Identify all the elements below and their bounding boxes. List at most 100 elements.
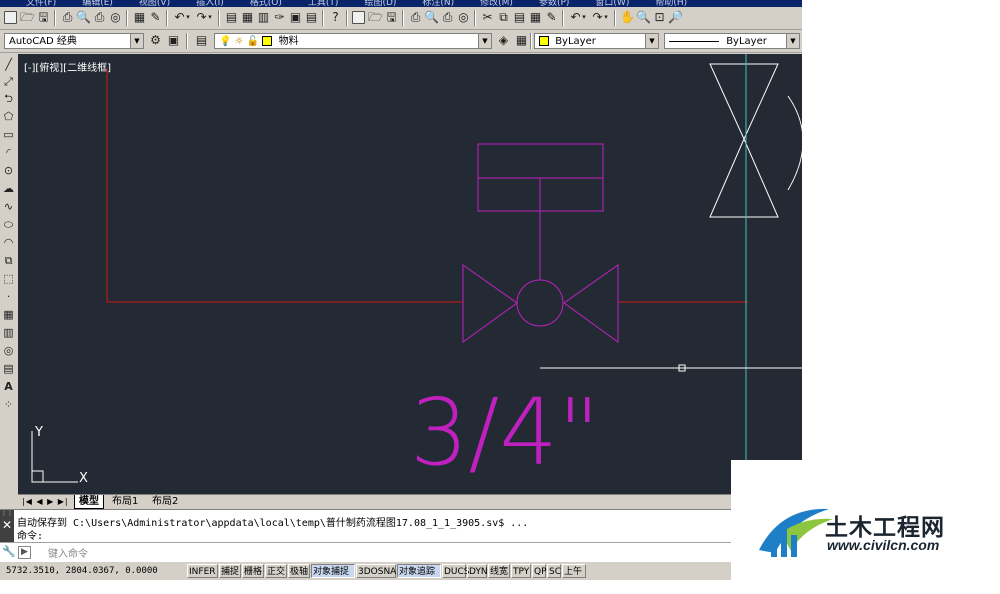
recent-commands-icon[interactable]: ▶ [18, 546, 31, 559]
undo-dropdown-icon-2[interactable]: ▾ [580, 10, 588, 25]
gradient-icon[interactable]: ▥ [1, 326, 16, 339]
circle-icon[interactable]: ⊙ [1, 164, 16, 177]
table-icon[interactable]: ▤ [1, 362, 16, 375]
zoom-previous-icon[interactable]: 🔎 [668, 10, 683, 25]
make-current-icon[interactable]: ◈ [496, 33, 511, 48]
status-toggle-10[interactable]: 线宽 [488, 564, 510, 578]
add-selected-icon[interactable]: ⁘ [1, 398, 16, 411]
print-icon[interactable]: ⎙ [60, 10, 75, 25]
match-properties-icon[interactable]: ✎ [148, 10, 163, 25]
sheet-icon[interactable]: ▤ [304, 10, 319, 25]
menu-item[interactable]: 文件(F) [26, 0, 56, 7]
status-toggle-14[interactable]: 上午 [562, 564, 586, 578]
tab-navigation[interactable]: |◀ ◀ ▶ ▶| [22, 495, 69, 508]
workspace-settings-icon[interactable]: ⚙ [148, 33, 163, 48]
status-toggle-0[interactable]: INFER [187, 564, 218, 578]
new-file-icon-2[interactable] [352, 11, 365, 24]
menu-item[interactable]: 帮助(H) [655, 0, 687, 7]
pan-icon[interactable]: ✋ [620, 10, 635, 25]
line-icon[interactable]: ╱ [1, 58, 16, 71]
zoom-realtime-icon[interactable]: 🔍 [636, 10, 651, 25]
status-toggle-3[interactable]: 正交 [265, 564, 287, 578]
revision-cloud-icon[interactable]: ☁ [1, 182, 16, 195]
design-center-icon[interactable]: ▦ [240, 10, 255, 25]
status-toggle-9[interactable]: DYN [467, 564, 488, 578]
make-block-icon[interactable]: ⬚ [1, 272, 16, 285]
plot-3d-icon[interactable]: ◎ [108, 10, 123, 25]
menu-item[interactable]: 视图(V) [139, 0, 170, 7]
ellipse-arc-icon[interactable]: ◠ [1, 236, 16, 249]
save-icon-2[interactable]: 🖫 [384, 10, 399, 25]
spline-icon[interactable]: ∿ [1, 200, 16, 213]
preview-icon-2[interactable]: 🔍 [424, 10, 439, 25]
layer-select[interactable]: 💡 ☼ 🔓 物料 ▼ [214, 33, 492, 49]
status-toggle-11[interactable]: TPY [511, 564, 531, 578]
rectangle-icon[interactable]: ▭ [1, 128, 16, 141]
status-toggle-13[interactable]: SC [547, 564, 561, 578]
plot-icon-2[interactable]: ◎ [456, 10, 471, 25]
color-select[interactable]: ByLayer ▼ [534, 33, 659, 49]
polyline-icon[interactable]: ⮌ [1, 92, 16, 105]
properties-icon[interactable]: ▤ [224, 10, 239, 25]
cut-icon[interactable]: ✂ [480, 10, 495, 25]
layer-toggle-icon[interactable]: ▣ [166, 33, 181, 48]
status-toggle-5[interactable]: 对象捕捉 [311, 564, 355, 578]
close-icon[interactable]: ✕ [0, 518, 14, 532]
layer-previous-icon[interactable]: ▦ [514, 33, 529, 48]
point-icon[interactable]: · [1, 290, 16, 303]
status-toggle-12[interactable]: QP [532, 564, 547, 578]
open-file-icon-2[interactable]: 🗁 [368, 10, 383, 25]
markup-icon[interactable]: ✑ [272, 10, 287, 25]
menu-item[interactable]: 工具(T) [308, 0, 339, 7]
arc-icon[interactable]: ◜ [1, 146, 16, 159]
redo-dropdown-icon[interactable]: ▾ [206, 10, 214, 25]
tab-layout1[interactable]: 布局1 [108, 495, 142, 508]
menu-item[interactable]: 插入(I) [196, 0, 224, 7]
construction-line-icon[interactable]: ⤢ [1, 75, 16, 88]
new-file-icon[interactable] [4, 11, 17, 24]
polygon-icon[interactable]: ⬠ [1, 110, 16, 123]
print-icon-2[interactable]: ⎙ [408, 10, 423, 25]
copy-icon[interactable]: ⧉ [496, 10, 511, 25]
menu-item[interactable]: 绘图(D) [364, 0, 396, 7]
status-toggle-7[interactable]: 对象追踪 [397, 564, 441, 578]
status-toggle-1[interactable]: 捕捉 [219, 564, 241, 578]
status-toggle-8[interactable]: DUCS [442, 564, 470, 578]
menu-item[interactable]: 格式(O) [250, 0, 282, 7]
menu-item[interactable]: 编辑(E) [82, 0, 113, 7]
tool-palettes-icon[interactable]: ▥ [256, 10, 271, 25]
publish-icon-2[interactable]: ⎙ [440, 10, 455, 25]
command-input[interactable]: 键入命令 [48, 545, 88, 560]
paste-icon[interactable]: ▤ [512, 10, 527, 25]
undo-dropdown-icon[interactable]: ▾ [184, 10, 192, 25]
workspace-select[interactable]: AutoCAD 经典 ▼ [4, 33, 144, 49]
zoom-window-icon[interactable]: ⊡ [652, 10, 667, 25]
help-icon[interactable]: ? [328, 10, 343, 25]
open-file-icon[interactable]: 🗁 [20, 10, 35, 25]
quickcalc-icon[interactable]: ▣ [288, 10, 303, 25]
region-icon[interactable]: ◎ [1, 344, 16, 357]
multiline-text-icon[interactable]: A [1, 380, 16, 393]
sheet-set-icon[interactable]: ▦ [132, 10, 147, 25]
customize-wrench-icon[interactable]: 🔧 [2, 545, 16, 558]
tab-layout2[interactable]: 布局2 [148, 495, 182, 508]
tab-model[interactable]: 模型 [74, 495, 104, 509]
menu-item[interactable]: 参数(P) [539, 0, 569, 7]
block-editor-icon[interactable]: ▦ [528, 10, 543, 25]
publish-icon[interactable]: ⎙ [92, 10, 107, 25]
drawing-canvas[interactable]: [-][俯视][二维线框] 3/4" Y X [18, 54, 802, 495]
status-toggle-2[interactable]: 栅格 [242, 564, 264, 578]
print-preview-icon[interactable]: 🔍 [76, 10, 91, 25]
menu-item[interactable]: 修改(M) [480, 0, 513, 7]
linetype-select[interactable]: ByLayer ▼ [664, 33, 800, 49]
redo-dropdown-icon-2[interactable]: ▾ [602, 10, 610, 25]
cursor-coordinates[interactable]: 5732.3510, 2804.0367, 0.0000 [6, 566, 158, 576]
save-icon[interactable]: 🖫 [36, 10, 51, 25]
insert-block-icon[interactable]: ⧉ [1, 254, 16, 267]
status-toggle-4[interactable]: 极轴 [288, 564, 310, 578]
hatch-icon[interactable]: ▦ [1, 308, 16, 321]
menu-item[interactable]: 标注(N) [422, 0, 454, 7]
match-properties-icon-2[interactable]: ✎ [544, 10, 559, 25]
command-window-handle[interactable]: ⋮⋮ ✕ [0, 510, 14, 543]
menu-item[interactable]: 窗口(W) [595, 0, 629, 7]
